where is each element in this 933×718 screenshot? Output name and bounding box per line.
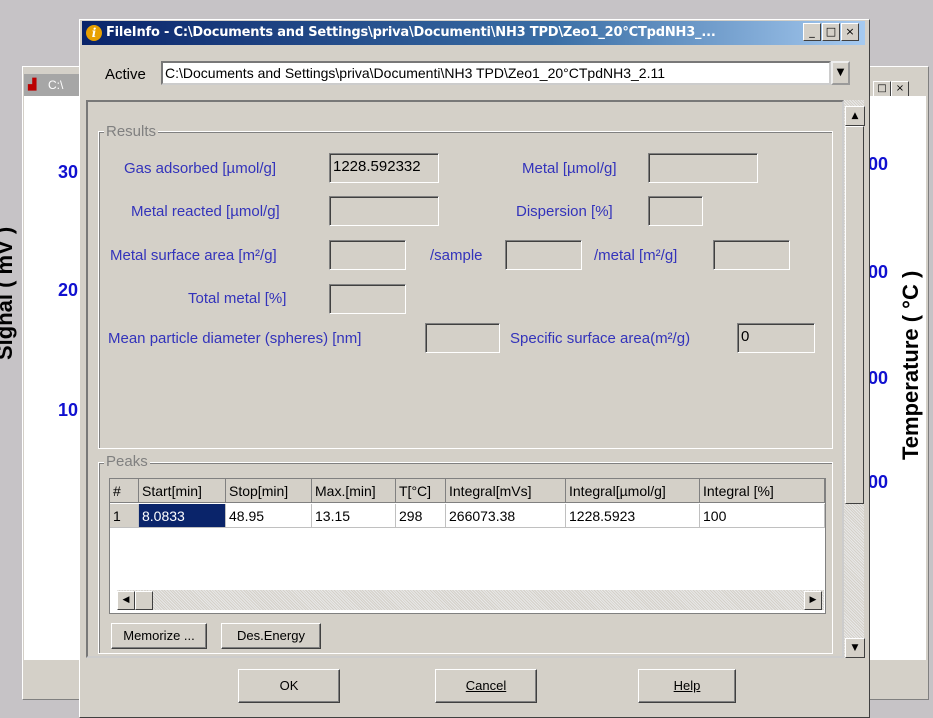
right-tick: 00 bbox=[868, 472, 889, 492]
des-energy-button[interactable]: Des.Energy bbox=[221, 623, 321, 649]
right-axis-label: Temperature ( °C ) bbox=[898, 270, 923, 460]
dispersion-field[interactable] bbox=[648, 196, 703, 226]
scroll-up-icon[interactable]: ▲ bbox=[845, 106, 865, 126]
per-metal-field[interactable] bbox=[713, 240, 790, 270]
cancel-button[interactable]: Cancel bbox=[435, 669, 537, 703]
table-cell[interactable]: 298 bbox=[396, 504, 446, 528]
left-tick: 10 bbox=[58, 400, 79, 420]
right-tick: 00 bbox=[868, 262, 889, 282]
chevron-down-icon[interactable]: ▼ bbox=[831, 61, 850, 85]
metal-reacted-field[interactable] bbox=[329, 196, 439, 226]
table-cell-selected[interactable]: 8.0833 bbox=[139, 504, 226, 528]
scroll-thumb[interactable] bbox=[845, 126, 864, 504]
metal-label: Metal [µmol/g] bbox=[522, 160, 617, 177]
per-sample-label: /sample bbox=[430, 247, 483, 264]
background-window-title: C:\ bbox=[48, 78, 64, 92]
row-number: 1 bbox=[110, 504, 139, 528]
active-label: Active bbox=[105, 66, 146, 83]
minimize-icon[interactable]: _ bbox=[803, 23, 821, 41]
dialog-title: FileInfo - C:\Documents and Settings\pri… bbox=[106, 25, 716, 40]
window-controls: _ □ × bbox=[803, 23, 860, 41]
table-cell[interactable]: 48.95 bbox=[226, 504, 312, 528]
column-header[interactable]: Max.[min] bbox=[312, 479, 396, 503]
right-tick: 00 bbox=[868, 154, 889, 174]
column-header[interactable]: Integral [%] bbox=[700, 479, 825, 503]
mean-particle-label: Mean particle diameter (spheres) [nm] bbox=[108, 330, 362, 347]
close-icon[interactable]: × bbox=[891, 81, 909, 97]
per-sample-field[interactable] bbox=[505, 240, 582, 270]
column-header[interactable]: Stop[min] bbox=[226, 479, 312, 503]
metal-surface-field[interactable] bbox=[329, 240, 406, 270]
maximize-icon[interactable]: □ bbox=[822, 23, 840, 41]
horizontal-scrollbar[interactable] bbox=[117, 590, 824, 610]
metal-field[interactable] bbox=[648, 153, 758, 183]
background-window-controls: □ × bbox=[873, 78, 909, 97]
close-icon[interactable]: × bbox=[841, 23, 859, 41]
table-cell[interactable]: 100 bbox=[700, 504, 825, 528]
scroll-down-icon[interactable]: ▼ bbox=[845, 638, 865, 658]
info-icon: i bbox=[86, 25, 102, 41]
left-tick: 20 bbox=[58, 280, 79, 300]
scroll-left-icon[interactable]: ◀ bbox=[117, 591, 135, 610]
table-cell[interactable]: 266073.38 bbox=[446, 504, 566, 528]
per-metal-label: /metal [m²/g] bbox=[594, 247, 678, 264]
ok-button[interactable]: OK bbox=[238, 669, 340, 703]
peaks-legend: Peaks bbox=[104, 453, 150, 470]
memorize-button[interactable]: Memorize ... bbox=[111, 623, 207, 649]
column-header[interactable]: T[°C] bbox=[396, 479, 446, 503]
metal-surface-label: Metal surface area [m²/g] bbox=[110, 247, 277, 264]
active-file-combo[interactable]: C:\Documents and Settings\priva\Document… bbox=[161, 61, 831, 85]
metal-reacted-label: Metal reacted [µmol/g] bbox=[131, 203, 280, 220]
hscroll-thumb[interactable] bbox=[135, 591, 153, 610]
gas-adsorbed-label: Gas adsorbed [µmol/g] bbox=[124, 160, 277, 177]
column-header[interactable]: Integral[µmol/g] bbox=[566, 479, 700, 503]
right-tick: 00 bbox=[868, 368, 889, 388]
left-axis-label: Signal ( mV ) bbox=[0, 227, 17, 360]
specific-surface-label: Specific surface area(m²/g) bbox=[510, 330, 691, 347]
table-cell[interactable]: 1228.5923 bbox=[566, 504, 700, 528]
specific-surface-field[interactable]: 0 bbox=[737, 323, 815, 353]
total-metal-field[interactable] bbox=[329, 284, 406, 314]
column-header[interactable]: Integral[mVs] bbox=[446, 479, 566, 503]
gas-adsorbed-field[interactable]: 1228.592332 bbox=[329, 153, 439, 183]
total-metal-label: Total metal [%] bbox=[188, 290, 287, 307]
mean-particle-field[interactable] bbox=[425, 323, 500, 353]
chart-icon: ▟ bbox=[28, 78, 37, 91]
scroll-right-icon[interactable]: ▶ bbox=[804, 591, 822, 610]
column-header[interactable]: Start[min] bbox=[139, 479, 226, 503]
column-header[interactable]: # bbox=[110, 479, 139, 503]
help-button[interactable]: Help bbox=[638, 669, 736, 703]
left-tick: 30 bbox=[58, 162, 79, 182]
dispersion-label: Dispersion [%] bbox=[516, 203, 613, 220]
maximize-icon[interactable]: □ bbox=[873, 81, 891, 97]
table-cell[interactable]: 13.15 bbox=[312, 504, 396, 528]
results-legend: Results bbox=[104, 123, 159, 140]
